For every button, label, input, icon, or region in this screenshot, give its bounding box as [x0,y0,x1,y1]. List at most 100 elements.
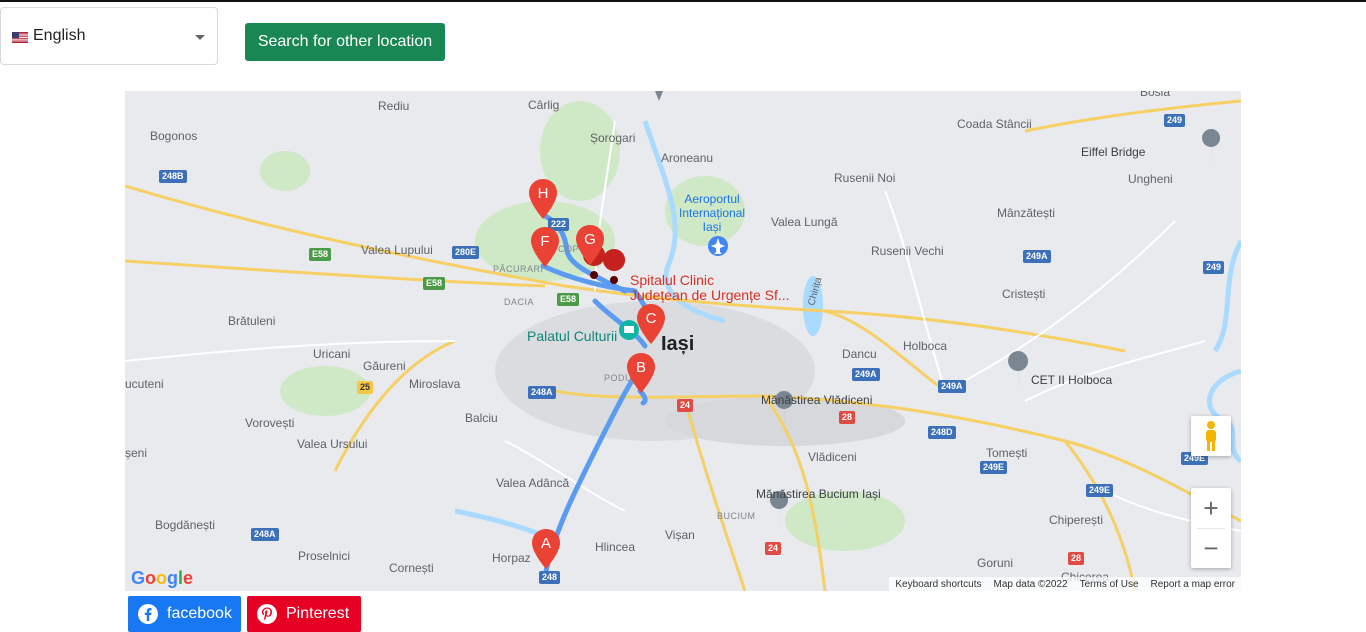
place-label-airport: Aeroportul Internațional Iași [679,192,746,234]
place-label-bucium: BUCIUM [717,511,756,521]
place-label-rusenii-vechi: Rusenii Vechi [871,244,944,258]
logo-letter: g [167,568,179,588]
road-shield: 248A [251,528,279,541]
report-map-error-link[interactable]: Report a map error [1151,579,1235,590]
facebook-label: facebook [167,605,232,622]
road-shield: 249A [1023,250,1051,263]
place-label-chiperesti: Chiperești [1049,513,1104,527]
route-marker-b[interactable]: B [627,353,655,393]
route-marker-h[interactable]: H [529,179,557,219]
google-logo[interactable]: Google [131,568,193,589]
logo-letter: e [183,568,194,588]
place-label-coada-stancii: Coada Stâncii [957,117,1032,131]
place-label-rusenii-noi: Rusenii Noi [834,171,896,185]
place-label-uricani: Uricani [313,347,351,361]
road-shield: 248A [528,386,556,399]
svg-text:B: B [636,359,646,376]
search-other-location-button[interactable]: Search for other location [245,23,445,61]
place-label-valea-adanca: Valea Adâncă [496,476,570,490]
svg-text:H: H [538,185,549,202]
road-shield: 28 [1068,552,1085,565]
place-label-dancu: Dancu [842,347,877,361]
language-select[interactable]: English [0,7,218,65]
road-shield: 248B [159,170,187,183]
map-canvas[interactable]: Rediu Cârlig Bosia Șorogari Aroneanu Coa… [125,91,1241,591]
svg-text:C: C [646,310,657,327]
place-label-holboca: Holboca [903,339,948,353]
place-label-valea-ursului: Valea Ursului [297,437,368,451]
terms-of-use-link[interactable]: Terms of Use [1080,579,1139,590]
keyboard-shortcuts-link[interactable]: Keyboard shortcuts [895,579,981,590]
logo-letter: G [131,568,146,588]
road-shield: 28 [839,411,856,424]
zoom-in-button[interactable]: + [1191,488,1231,528]
route-marker-g[interactable]: G [576,225,604,265]
svg-text:F: F [540,233,549,250]
facebook-share-button[interactable]: facebook [128,596,241,632]
place-label-manzatesti: Mânzătești [997,206,1056,220]
place-label-valea-lupului: Valea Lupului [361,243,433,257]
place-label-rediu: Rediu [378,99,410,113]
place-label-miroslava: Miroslava [409,377,461,391]
place-label-goruni: Goruni [977,556,1014,570]
route-marker-c[interactable]: C [637,304,665,344]
place-label-proselnici: Proselnici [298,549,351,563]
place-label-balciu: Balciu [465,411,498,425]
place-label-cucuteni: ucuteni [125,377,164,391]
logo-letter: o [156,568,168,588]
pinterest-label: Pinterest [286,605,350,622]
pinterest-icon [257,604,277,624]
place-label-bosia: Bosia [1140,91,1171,99]
zoom-control: + − [1191,488,1231,568]
language-value: English [33,27,86,44]
place-label-manastirea-vladiceni[interactable]: Mănăstirea Vlădiceni [761,393,872,407]
place-label-iasi: Iași [661,333,695,355]
road-shield: 249A [938,380,966,393]
road-shield: 249A [852,368,880,381]
svg-text:A: A [541,535,551,552]
road-shield: E58 [309,248,332,261]
road-shield: 24 [677,399,694,412]
road-shield: 249E [980,461,1008,474]
place-label-bogonos: Bogonos [150,129,198,143]
road-shield: 248 [539,571,561,584]
place-label-cet-holboca[interactable]: CET II Holboca [1031,373,1112,387]
place-label-visan: Vișan [665,528,695,542]
road-shield: E58 [423,277,446,290]
place-label-aroneanu: Aroneanu [661,151,714,165]
place-label-vorovesti: Vorovești [245,416,295,430]
place-label-valea-lunga: Valea Lungă [771,215,838,229]
road-shield: 24 [765,542,782,555]
pegman-icon [1206,421,1216,451]
place-label-manastirea-bucium[interactable]: Mănăstirea Bucium Iași [756,487,881,501]
route-marker-a[interactable]: A [532,529,560,569]
route-marker-f[interactable]: F [531,227,559,267]
place-label-bogdanesti: Bogdănești [155,518,216,532]
place-label-ungheni: Ungheni [1128,172,1173,186]
place-label-carlig: Cârlig [528,98,560,112]
place-label-seni: șeni [125,446,148,460]
street-view-pegman[interactable] [1191,416,1231,456]
road-shield: 249E [1086,484,1114,497]
road-shield: E58 [557,293,580,306]
place-label-eiffel-bridge: Eiffel Bridge [1081,145,1146,159]
road-shield: 25 [357,381,374,394]
place-label-hospital[interactable]: Spitalul Clinic Județean de Urgențe Sf..… [630,273,790,303]
chevron-down-icon [195,35,205,40]
place-label-cristesti: Cristești [1002,287,1046,301]
place-label-palatul-culturii[interactable]: Palatul Culturii [527,328,617,344]
place-label-cornesti: Cornești [389,561,434,575]
road-shield: 248D [928,426,956,439]
place-label-dacia: DACIA [504,297,535,307]
place-label-horpaz: Horpaz [492,551,531,565]
place-label-vladiceni: Vlădiceni [808,450,857,464]
place-label-bratuleni: Brătuleni [228,314,276,328]
zoom-out-button[interactable]: − [1191,528,1231,568]
map-attribution: Keyboard shortcuts Map data ©2022 Terms … [889,577,1241,591]
map-data-text: Map data ©2022 [993,578,1068,590]
facebook-icon [138,604,158,624]
place-label-gaureni: Găureni [363,359,406,373]
road-shield: 249 [1164,114,1186,127]
pinterest-share-button[interactable]: Pinterest [247,596,361,632]
logo-letter: o [145,568,157,588]
